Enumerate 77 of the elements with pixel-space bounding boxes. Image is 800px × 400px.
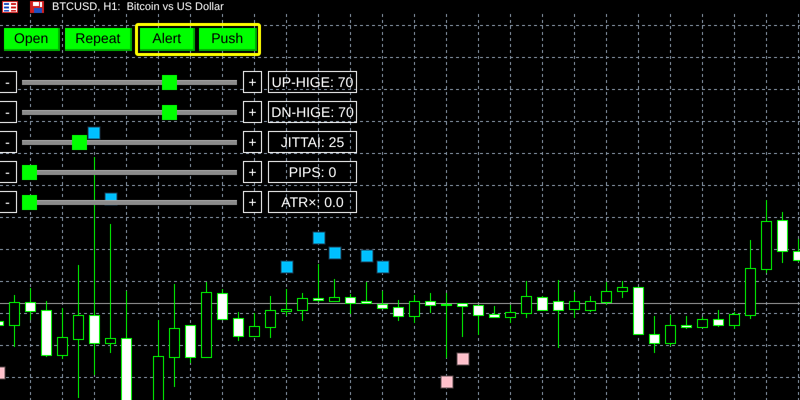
candlestick	[793, 238, 800, 262]
increase-button[interactable]: +	[243, 191, 262, 213]
action-button[interactable]: Push	[199, 28, 258, 50]
candlestick	[697, 316, 708, 328]
signal-marker	[88, 126, 100, 140]
candlestick	[601, 282, 612, 306]
candlestick	[313, 264, 324, 302]
candlestick	[297, 292, 308, 322]
candlestick	[9, 294, 20, 348]
decrease-button[interactable]: -	[0, 71, 17, 93]
value-label: PIPS: 0	[268, 161, 357, 183]
candlestick	[377, 290, 388, 310]
candlestick	[329, 278, 340, 302]
candlestick	[249, 312, 260, 338]
candlestick	[233, 312, 244, 342]
window-title: BTCUSD, H1: Bitcoin vs US Dollar	[52, 0, 224, 14]
candlestick	[681, 316, 692, 330]
value-label: JITTAI: 25	[268, 131, 357, 153]
candlestick	[553, 280, 564, 348]
candlestick	[617, 280, 628, 298]
candlestick	[585, 296, 596, 312]
candlestick	[25, 288, 36, 320]
candlestick	[409, 294, 420, 324]
signal-marker	[312, 232, 326, 244]
candlestick	[569, 292, 580, 318]
candlestick	[633, 286, 644, 335]
table-icon[interactable]	[2, 1, 18, 13]
signal-marker	[440, 376, 454, 388]
candlestick	[185, 324, 196, 364]
candlestick	[537, 296, 548, 312]
decrease-button[interactable]: -	[0, 131, 17, 153]
candlestick	[41, 300, 52, 358]
candlestick	[521, 280, 532, 318]
increase-button[interactable]: +	[243, 131, 262, 153]
signal-marker	[280, 260, 294, 274]
decrease-button[interactable]: -	[0, 101, 17, 123]
signal-marker	[376, 260, 390, 274]
signal-marker	[104, 192, 118, 206]
slider-thumb[interactable]	[72, 134, 87, 150]
candlestick	[777, 212, 788, 264]
decrease-button[interactable]: -	[0, 191, 17, 213]
value-label: DN-HIGE: 70	[268, 101, 357, 123]
candlestick	[57, 308, 68, 360]
value-label: UP-HIGE: 70	[268, 71, 357, 93]
candlestick	[473, 305, 484, 336]
value-label: ATR×: 0.0	[268, 191, 357, 213]
candlestick	[217, 288, 228, 320]
candlestick	[425, 292, 436, 314]
candlestick	[393, 300, 404, 322]
candlestick	[505, 304, 516, 324]
signal-marker	[456, 352, 470, 366]
candlestick	[0, 321, 4, 326]
increase-button[interactable]: +	[243, 161, 262, 183]
increase-button[interactable]: +	[243, 101, 262, 123]
decrease-button[interactable]: -	[0, 161, 17, 183]
candlestick	[457, 302, 468, 338]
candlestick	[265, 296, 276, 338]
candlestick	[729, 312, 740, 330]
candlestick	[665, 314, 676, 346]
slider-thumb[interactable]	[22, 164, 37, 180]
candlestick	[361, 282, 372, 304]
slider-thumb[interactable]	[22, 194, 37, 210]
candlestick	[441, 292, 452, 358]
increase-button[interactable]: +	[243, 71, 262, 93]
signal-marker	[328, 246, 342, 260]
signal-marker	[360, 250, 374, 262]
signal-marker	[0, 366, 6, 380]
slider-thumb[interactable]	[162, 104, 177, 120]
candlestick	[281, 288, 292, 316]
candlestick	[345, 294, 356, 314]
candlestick	[489, 306, 500, 318]
candlestick	[713, 310, 724, 328]
action-button[interactable]: Alert	[140, 28, 196, 50]
action-button[interactable]: Repeat	[65, 28, 132, 50]
candlestick	[649, 316, 660, 354]
slider-thumb[interactable]	[162, 74, 177, 90]
action-button[interactable]: Open	[4, 28, 60, 50]
